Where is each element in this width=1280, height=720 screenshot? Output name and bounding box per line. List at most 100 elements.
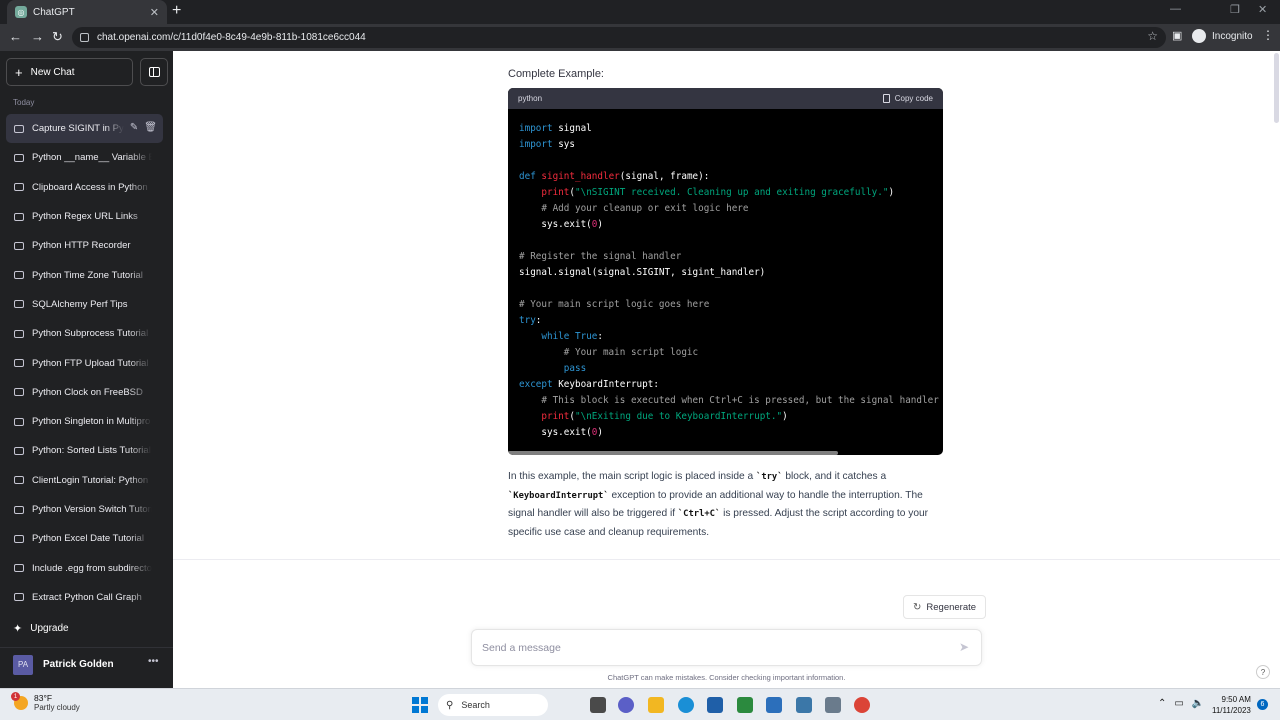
user-menu[interactable]: PA Patrick Golden ••• <box>0 647 173 681</box>
incognito-label: Incognito <box>1212 30 1253 42</box>
taskbar-clock[interactable]: 9:50 AM 11/11/2023 <box>1212 694 1251 716</box>
site-info-icon[interactable] <box>80 33 89 42</box>
restore-icon[interactable]: ❐ <box>1230 3 1240 16</box>
incognito-indicator[interactable]: Incognito <box>1192 29 1253 43</box>
back-icon[interactable]: ← <box>9 29 22 44</box>
plus-icon: + <box>15 64 23 80</box>
answer-heading: Complete Example: <box>508 68 604 80</box>
regenerate-button[interactable]: ↻ Regenerate <box>903 595 987 619</box>
chat-history-item[interactable]: Python Clock on FreeBSD <box>6 378 163 407</box>
chat-history-label: Extract Python Call Graph <box>32 591 142 603</box>
upgrade-button[interactable]: ✦ Upgrade <box>13 622 69 635</box>
image-viewer-icon[interactable] <box>825 697 841 713</box>
chat-history-label: SQLAlchemy Perf Tips <box>32 298 128 310</box>
chat-history-item[interactable]: ClientLogin Tutorial: Python <box>6 466 163 495</box>
chat-bubble-icon <box>14 446 24 455</box>
new-chat-button[interactable]: + New Chat <box>6 58 133 86</box>
message-composer[interactable]: ➤ <box>471 629 982 666</box>
taskbar-search[interactable]: ⚲ Search <box>438 694 548 716</box>
chat-bubble-icon <box>14 564 24 573</box>
user-name: Patrick Golden <box>43 659 114 670</box>
volume-icon[interactable]: 🔈 <box>1192 698 1204 709</box>
new-tab-button[interactable]: + <box>172 3 181 19</box>
chat-history-item[interactable]: Capture SIGINT in Pyt ✎ 🗑 <box>6 114 163 144</box>
code-content: import signal import sys def sigint_hand… <box>519 123 939 438</box>
side-panel-icon[interactable]: ▣ <box>1172 29 1182 42</box>
chat-history-item[interactable]: Python: Sorted Lists Tutorial <box>6 436 163 465</box>
address-bar[interactable]: chat.openai.com/c/11d0f4e0-8c49-4e9b-811… <box>72 27 1166 48</box>
browser-menu-icon[interactable]: ⋮ <box>1262 28 1274 42</box>
chat-history-item[interactable]: Python Version Switch Tutori <box>6 495 163 524</box>
trash-icon[interactable]: 🗑 <box>144 122 157 133</box>
forward-icon[interactable]: → <box>31 29 44 44</box>
weather-temp: 83°F <box>34 693 53 703</box>
chat-history-item[interactable]: Python FTP Upload Tutorial <box>6 348 163 377</box>
chat-history-item[interactable]: Python Singleton in Multipro <box>6 407 163 436</box>
chat-history-label: Capture SIGINT in Pyt <box>32 123 124 135</box>
vscode-icon[interactable] <box>766 697 782 713</box>
bookmark-star-icon[interactable]: ☆ <box>1147 29 1158 43</box>
chat-bubble-icon <box>14 388 24 397</box>
disclaimer-text: ChatGPT can make mistakes. Consider chec… <box>607 673 846 682</box>
copy-code-button[interactable]: Copy code <box>882 94 933 103</box>
chat-history-label: Python __name__ Variable Ex <box>32 152 152 164</box>
chevron-up-icon[interactable]: ⌃ <box>1158 698 1166 709</box>
weather-badge: 1 <box>11 692 20 701</box>
chat-app-icon[interactable] <box>618 697 634 713</box>
help-button[interactable]: ? <box>1256 665 1270 679</box>
taskbar-search-label: Search <box>461 700 490 710</box>
chat-history-item[interactable]: Python __name__ Variable Ex <box>6 143 163 172</box>
chat-history-item[interactable]: Python Regex URL Links <box>6 202 163 231</box>
reload-icon[interactable]: ↻ <box>52 29 63 45</box>
network-icon[interactable]: ▭ <box>1174 698 1183 709</box>
chat-history-item[interactable]: Clipboard Access in Python <box>6 173 163 202</box>
chat-history-item[interactable]: Python Excel Date Tutorial <box>6 524 163 553</box>
code-horizontal-scrollbar[interactable] <box>508 451 838 455</box>
browser-tab[interactable]: ◎ ChatGPT ✕ <box>7 0 167 24</box>
minimize-icon[interactable]: — <box>1170 3 1181 15</box>
clock-date: 11/11/2023 <box>1212 706 1251 715</box>
edge-browser-icon[interactable] <box>678 697 694 713</box>
chat-bubble-icon <box>14 417 24 426</box>
chat-bubble-icon <box>14 300 24 309</box>
chat-history-item[interactable]: Python HTTP Recorder <box>6 231 163 260</box>
chat-history-item[interactable]: Python Subprocess Tutorial <box>6 319 163 348</box>
chat-history-label: Python Regex URL Links <box>32 211 138 223</box>
avatar: PA <box>13 654 33 675</box>
file-explorer-icon[interactable] <box>648 697 664 713</box>
chat-bubble-icon <box>14 593 24 602</box>
close-sidebar-button[interactable] <box>140 58 168 86</box>
chat-bubble-icon <box>14 505 24 514</box>
chat-bubble-icon <box>14 329 24 338</box>
excel-icon[interactable] <box>737 697 753 713</box>
message-input[interactable] <box>482 641 932 654</box>
code-block: python Copy code import signal import sy… <box>508 88 943 455</box>
weather-widget[interactable]: 1 83°F Partly cloudy <box>11 692 80 713</box>
notification-badge[interactable]: 6 <box>1257 699 1268 710</box>
taskbar: 1 83°F Partly cloudy ⚲ Search ⌃ ▭ 🔈 9:50… <box>0 688 1280 720</box>
edit-pencil-icon[interactable]: ✎ <box>130 122 138 133</box>
code-block-header: python Copy code <box>508 88 943 109</box>
chat-history-item[interactable]: Python Time Zone Tutorial <box>6 260 163 289</box>
store-icon[interactable] <box>707 697 723 713</box>
close-window-icon[interactable]: ✕ <box>1258 3 1267 16</box>
chat-history-label: Python: Sorted Lists Tutorial <box>32 445 151 457</box>
chat-history-item[interactable]: Extract Python Call Graph <box>6 583 163 612</box>
chrome-icon[interactable] <box>854 697 870 713</box>
send-icon[interactable]: ➤ <box>959 640 969 654</box>
conversation-scrollbar[interactable] <box>1274 53 1279 123</box>
tab-close-icon[interactable]: ✕ <box>150 6 159 19</box>
chat-bubble-icon <box>14 359 24 368</box>
more-options-icon[interactable]: ••• <box>148 656 159 667</box>
chat-bubble-icon <box>14 241 24 250</box>
chat-history-item[interactable]: SQLAlchemy Perf Tips <box>6 290 163 319</box>
answer-paragraph: In this example, the main script logic i… <box>508 468 948 543</box>
weather-condition: Partly cloudy <box>34 703 80 712</box>
url-text[interactable]: chat.openai.com/c/11d0f4e0-8c49-4e9b-811… <box>97 32 366 43</box>
chat-history-item[interactable]: Include .egg from subdirector <box>6 553 163 582</box>
task-view-icon[interactable] <box>590 697 606 713</box>
python-icon[interactable] <box>796 697 812 713</box>
search-icon: ⚲ <box>446 699 454 711</box>
chat-history-label: Python Singleton in Multipro <box>32 416 151 428</box>
windows-start-icon[interactable] <box>412 697 428 713</box>
